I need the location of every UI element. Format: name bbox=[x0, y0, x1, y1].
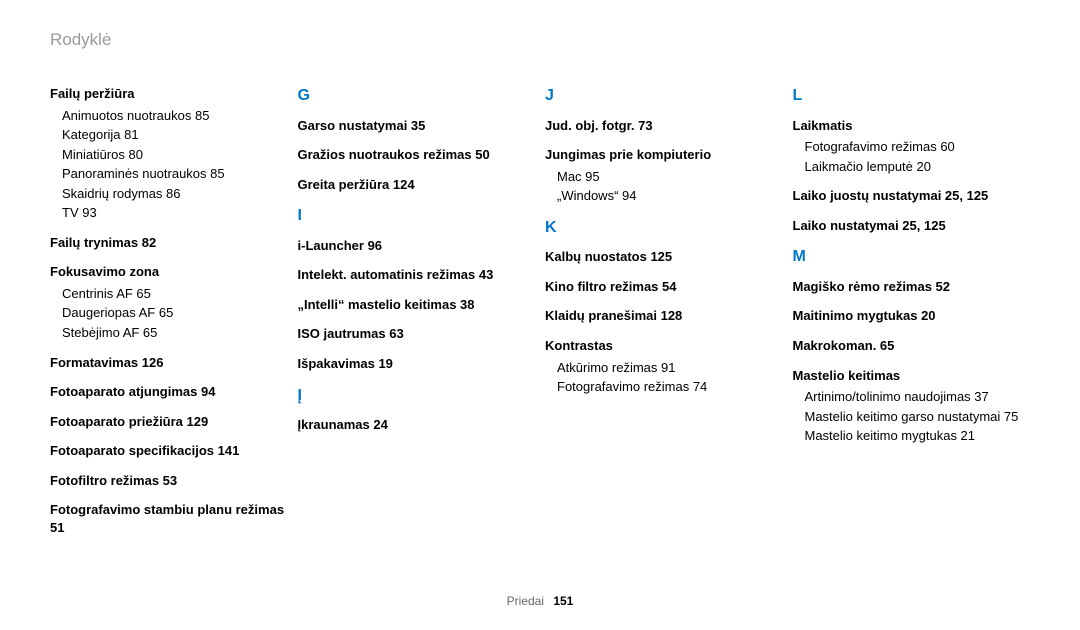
index-entry: Fokusavimo zona bbox=[50, 263, 288, 281]
index-subentry: Mastelio keitimo garso nustatymai 75 bbox=[805, 408, 1031, 426]
index-entry: Fotoaparato atjungimas 94 bbox=[50, 383, 288, 401]
index-subentry: Panoraminės nuotraukos 85 bbox=[62, 165, 288, 183]
section-letter: K bbox=[545, 217, 783, 239]
index-subentry: Atkūrimo režimas 91 bbox=[557, 359, 783, 377]
section-letter: J bbox=[545, 85, 783, 107]
index-entry: Kalbų nuostatos 125 bbox=[545, 248, 783, 266]
section-letter: Į bbox=[298, 385, 536, 407]
column-4: L Laikmatis Fotografavimo režimas 60 Laikma… bbox=[793, 85, 1031, 548]
index-entry: Greita peržiūra 124 bbox=[298, 176, 536, 194]
index-entry: Garso nustatymai 35 bbox=[298, 117, 536, 135]
page-title: Rodyklė bbox=[50, 30, 1030, 50]
footer-page-number: 151 bbox=[553, 594, 573, 608]
index-entry: Jud. obj. fotgr. 73 bbox=[545, 117, 783, 135]
section-letter: I bbox=[298, 205, 536, 227]
index-subentry: Mastelio keitimo mygtukas 21 bbox=[805, 427, 1031, 445]
index-entry: Mastelio keitimas bbox=[793, 367, 1031, 385]
section-letter: M bbox=[793, 246, 1031, 268]
index-subentry: Kategorija 81 bbox=[62, 126, 288, 144]
index-entry: Magiško rėmo režimas 52 bbox=[793, 278, 1031, 296]
index-entry: ISO jautrumas 63 bbox=[298, 325, 536, 343]
index-entry: Kontrastas bbox=[545, 337, 783, 355]
index-subentry: Centrinis AF 65 bbox=[62, 285, 288, 303]
index-entry: Įkraunamas 24 bbox=[298, 416, 536, 434]
column-1: Failų peržiūra Animuotos nuotraukos 85Kat… bbox=[50, 85, 288, 548]
index-entry: Laikmatis bbox=[793, 117, 1031, 135]
index-entry: Fotoaparato priežiūra 129 bbox=[50, 413, 288, 431]
index-entry: i-Launcher 96 bbox=[298, 237, 536, 255]
column-3: J Jud. obj. fotgr. 73 Jungimas prie kompiu… bbox=[545, 85, 783, 548]
index-subentry: Fotografavimo režimas 74 bbox=[557, 378, 783, 396]
index-subentry: Daugeriopas AF 65 bbox=[62, 304, 288, 322]
index-entry: Fotoaparato specifikacijos 141 bbox=[50, 442, 288, 460]
index-entry: Failų trynimas 82 bbox=[50, 234, 288, 252]
index-entry: Formatavimas 126 bbox=[50, 354, 288, 372]
index-entry: Intelekt. automatinis režimas 43 bbox=[298, 266, 536, 284]
index-entry: Fotofiltro režimas 53 bbox=[50, 472, 288, 490]
section-letter: L bbox=[793, 85, 1031, 107]
index-entry: Maitinimo mygtukas 20 bbox=[793, 307, 1031, 325]
index-subentry: Mac 95 bbox=[557, 168, 783, 186]
index-entry: Gražios nuotraukos režimas 50 bbox=[298, 146, 536, 164]
index-entry: Failų peržiūra bbox=[50, 85, 288, 103]
index-subentry: Laikmačio lemputė 20 bbox=[805, 158, 1031, 176]
index-columns: Failų peržiūra Animuotos nuotraukos 85Kat… bbox=[50, 85, 1030, 548]
index-entry: Makrokoman. 65 bbox=[793, 337, 1031, 355]
column-2: G Garso nustatymai 35 Gražios nuotraukos r… bbox=[298, 85, 536, 548]
index-entry: Laiko nustatymai 25, 125 bbox=[793, 217, 1031, 235]
index-subentry: Skaidrių rodymas 86 bbox=[62, 185, 288, 203]
page-footer: Priedai 151 bbox=[0, 594, 1080, 608]
section-letter: G bbox=[298, 85, 536, 107]
footer-section: Priedai bbox=[507, 594, 544, 608]
index-subentry: Stebėjimo AF 65 bbox=[62, 324, 288, 342]
index-entry: Jungimas prie kompiuterio bbox=[545, 146, 783, 164]
index-entry: Klaidų pranešimai 128 bbox=[545, 307, 783, 325]
index-entry: Išpakavimas 19 bbox=[298, 355, 536, 373]
index-subentry: Fotografavimo režimas 60 bbox=[805, 138, 1031, 156]
index-subentry: TV 93 bbox=[62, 204, 288, 222]
index-entry: „Intelli“ mastelio keitimas 38 bbox=[298, 296, 536, 314]
index-entry: Fotografavimo stambiu planu režimas 51 bbox=[50, 501, 288, 536]
index-subentry: „Windows“ 94 bbox=[557, 187, 783, 205]
index-entry: Laiko juostų nustatymai 25, 125 bbox=[793, 187, 1031, 205]
index-subentry: Animuotos nuotraukos 85 bbox=[62, 107, 288, 125]
index-entry: Kino filtro režimas 54 bbox=[545, 278, 783, 296]
index-subentry: Miniatiūros 80 bbox=[62, 146, 288, 164]
index-subentry: Artinimo/tolinimo naudojimas 37 bbox=[805, 388, 1031, 406]
